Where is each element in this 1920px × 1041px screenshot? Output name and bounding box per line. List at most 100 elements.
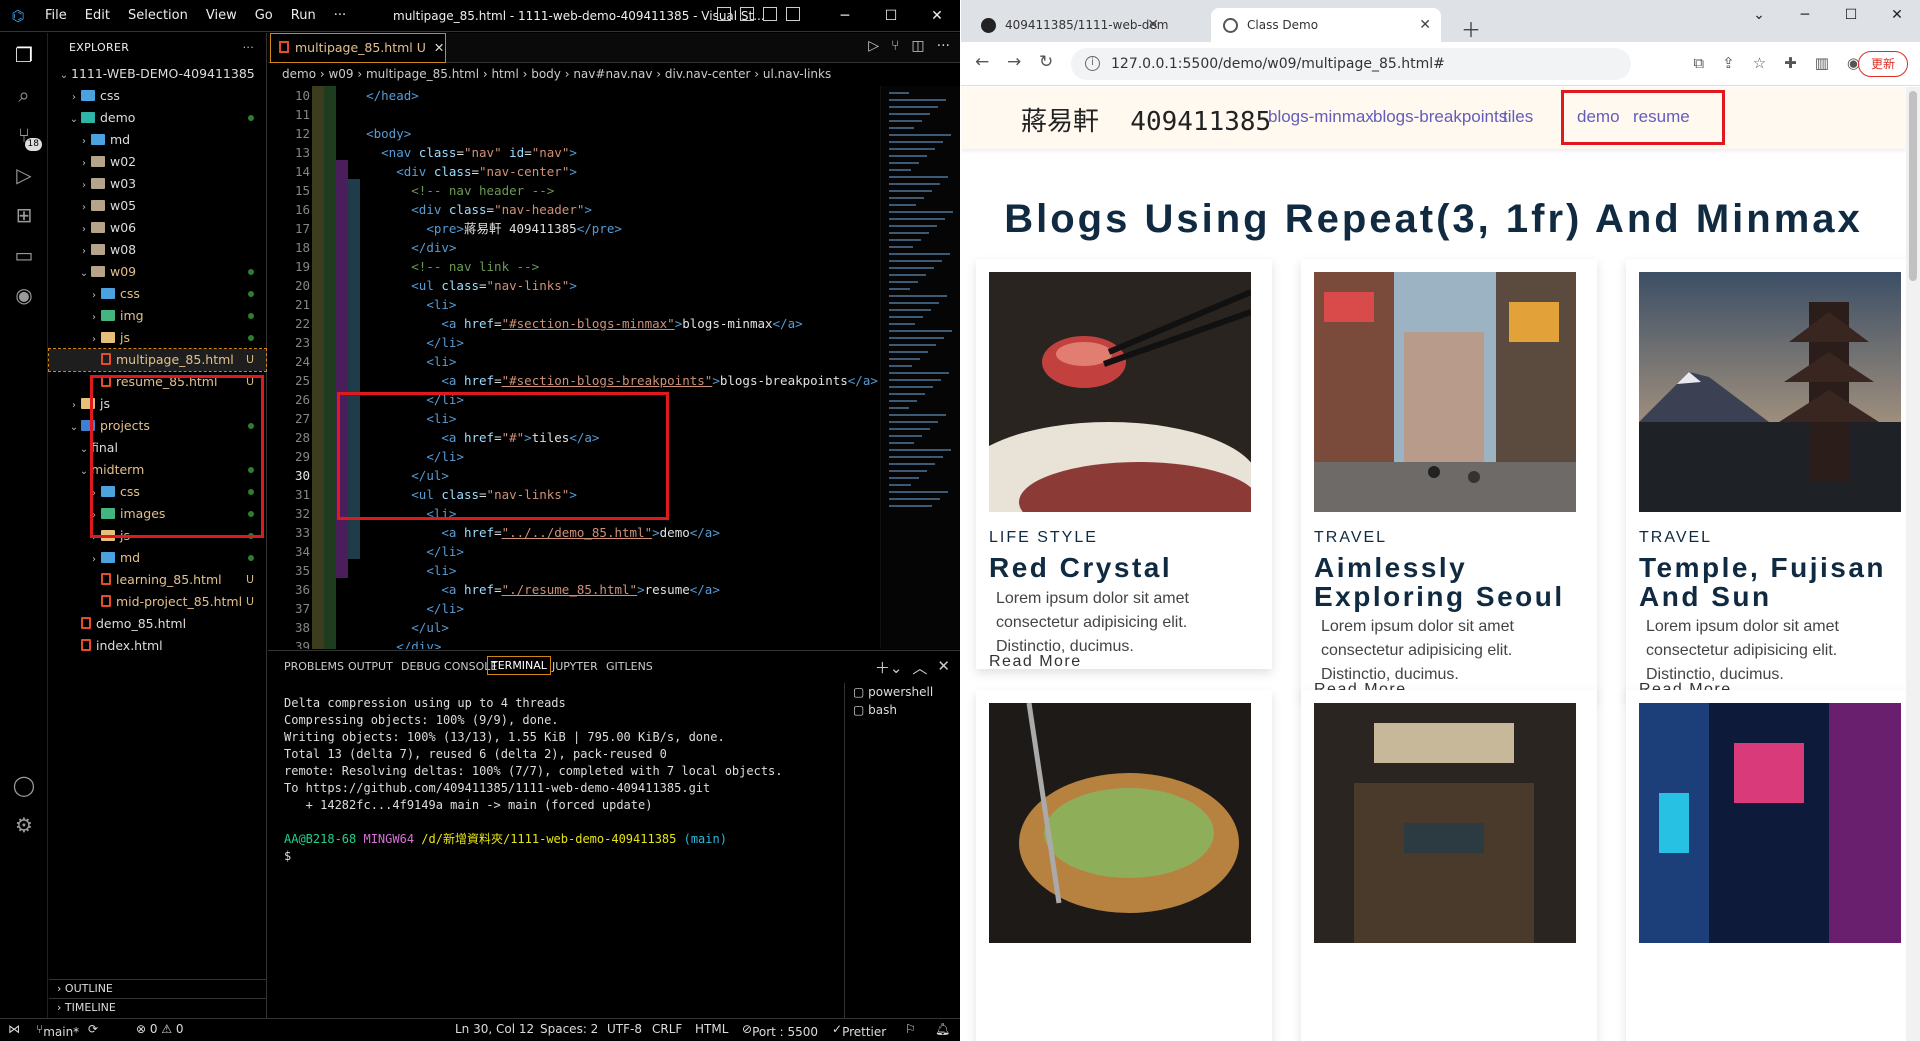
menu-view[interactable]: View — [197, 8, 246, 23]
minimize-icon[interactable]: ─ — [1782, 0, 1828, 30]
close-icon[interactable]: ✕ — [1874, 0, 1920, 30]
file-item[interactable]: index.html — [49, 635, 266, 657]
folder-item[interactable]: › images — [49, 503, 266, 525]
update-button[interactable]: 更新 — [1857, 51, 1908, 77]
folder-item[interactable]: › w02 — [49, 151, 266, 173]
status-encoding[interactable]: UTF-8 — [607, 1022, 642, 1036]
status-language[interactable]: HTML — [695, 1022, 728, 1036]
remote-icon[interactable]: ⋈ — [8, 1022, 20, 1036]
maximize-panel-icon[interactable]: ︿ — [912, 657, 927, 678]
page-scrollbar[interactable] — [1906, 87, 1920, 1041]
browser-tab-github[interactable]: 409411385/1111-web-demo-4 ✕ — [969, 8, 1169, 42]
tab-debug-console[interactable]: DEBUG CONSOLE — [401, 660, 497, 673]
menu-selection[interactable]: Selection — [119, 8, 197, 23]
minimize-icon[interactable]: ─ — [822, 0, 868, 32]
tab-multipage[interactable]: multipage_85.html U ✕ — [270, 33, 446, 63]
code-editor[interactable]: 10 </head> 11 12 <body> 13 <nav class="nav"… — [268, 86, 880, 649]
breadcrumb[interactable]: demo › w09 › multipage_85.html › html › … — [268, 63, 960, 85]
folder-item[interactable]: › md — [49, 547, 266, 569]
settings-gear-icon[interactable]: ⚙ — [12, 813, 36, 837]
browser-tab-class-demo[interactable]: Class Demo ✕ — [1211, 8, 1441, 42]
bell-icon[interactable]: 🔔︎ — [935, 1022, 950, 1036]
scrollbar-thumb[interactable] — [1909, 91, 1917, 281]
close-icon[interactable]: ✕ — [914, 0, 960, 32]
terminal-item-bash[interactable]: ▢ bash — [845, 701, 960, 719]
more-actions-icon[interactable]: ··· — [937, 38, 950, 54]
new-tab-icon[interactable]: ＋ — [1461, 14, 1481, 43]
reload-icon[interactable]: ↻ — [1039, 52, 1053, 72]
new-terminal-icon[interactable]: ＋⌄ — [875, 657, 903, 678]
share-icon[interactable]: ⇪ — [1722, 54, 1735, 72]
file-item[interactable]: mid-project_85.html U — [49, 591, 266, 613]
blog-card[interactable]: TRAVEL Aimlessly Exploring Seoul Lorem i… — [1301, 259, 1597, 698]
gitlens-icon[interactable]: ◉ — [12, 283, 36, 307]
nav-link-blogs-minmax[interactable]: blogs-minmax — [1268, 107, 1374, 127]
file-item[interactable]: resume_85.html U — [49, 371, 266, 393]
toggle-sidebar-icon[interactable] — [717, 7, 731, 21]
terminal-output[interactable]: Delta compression using up to 4 threads C… — [284, 695, 783, 865]
customize-layout-icon[interactable] — [786, 7, 800, 21]
menu-run[interactable]: Run — [282, 8, 325, 23]
translate-icon[interactable]: ⧉ — [1693, 54, 1704, 72]
blog-card[interactable] — [1626, 690, 1906, 1041]
folder-item[interactable]: ⌄ 1111-WEB-DEMO-409411385 — [49, 63, 266, 85]
folder-item[interactable]: › md — [49, 129, 266, 151]
folder-item[interactable]: ⌄ demo — [49, 107, 266, 129]
explorer-icon[interactable]: ❐ — [12, 43, 36, 67]
open-changes-icon[interactable]: ⑂ — [891, 38, 899, 54]
file-item[interactable]: learning_85.html U — [49, 569, 266, 591]
minimap[interactable] — [880, 86, 960, 649]
blog-card[interactable] — [1301, 690, 1597, 1041]
folder-item[interactable]: › js — [49, 393, 266, 415]
bookmark-star-icon[interactable]: ☆ — [1753, 54, 1766, 72]
tab-jupyter[interactable]: JUPYTER — [552, 660, 598, 673]
back-icon[interactable]: ← — [975, 52, 989, 72]
status-prettier[interactable]: ✓ Prettier — [832, 1022, 886, 1039]
nav-link-tiles[interactable]: tiles — [1503, 107, 1533, 127]
source-control-icon[interactable]: ⑂ 18 — [12, 123, 42, 151]
account-icon[interactable]: ◯ — [12, 773, 36, 797]
tab-search-icon[interactable]: ⌄ — [1736, 0, 1782, 30]
blog-card[interactable]: TRAVEL Temple, Fujisan And Sun Lorem ips… — [1626, 259, 1906, 698]
terminal-item-powershell[interactable]: ▢ powershell — [845, 683, 960, 701]
tab-output[interactable]: OUTPUT — [348, 660, 393, 673]
folder-item[interactable]: ⌄ final — [49, 437, 266, 459]
status-branch[interactable]: ⑂ main* — [36, 1022, 79, 1039]
status-eol[interactable]: CRLF — [652, 1022, 682, 1036]
folder-item[interactable]: › css — [49, 85, 266, 107]
read-more-link[interactable]: Read More — [989, 653, 1082, 671]
toggle-panel-icon[interactable] — [740, 7, 754, 21]
side-panel-icon[interactable]: ▥ — [1815, 54, 1829, 72]
close-panel-icon[interactable]: ✕ — [937, 657, 950, 678]
folder-item[interactable]: › w05 — [49, 195, 266, 217]
tab-close-icon[interactable]: ✕ — [1147, 8, 1159, 42]
folder-item[interactable]: › css — [49, 481, 266, 503]
folder-item[interactable]: › w06 — [49, 217, 266, 239]
forward-icon[interactable]: → — [1007, 52, 1021, 72]
extensions-puzzle-icon[interactable]: ✚ — [1784, 54, 1797, 72]
tab-terminal[interactable]: TERMINAL — [487, 656, 551, 675]
status-problems[interactable]: ⊗ 0 ⚠ 0 — [136, 1022, 184, 1036]
file-item[interactable]: multipage_85.html U — [48, 348, 267, 372]
folder-item[interactable]: › w08 — [49, 239, 266, 261]
file-item[interactable]: demo_85.html — [49, 613, 266, 635]
menu-edit[interactable]: Edit — [76, 8, 119, 23]
nav-link-resume[interactable]: resume — [1633, 107, 1690, 127]
folder-item[interactable]: ⌄ projects — [49, 415, 266, 437]
sync-icon[interactable]: ⟳ — [88, 1022, 98, 1036]
notifications-icon[interactable]: ⚐ — [905, 1022, 916, 1036]
menu-go[interactable]: Go — [246, 8, 282, 23]
nav-link-blogs-breakpoints[interactable]: blogs-breakpoints — [1373, 107, 1507, 127]
split-editor-icon[interactable]: ◫ — [911, 38, 924, 54]
maximize-icon[interactable]: ☐ — [868, 0, 914, 32]
status-position[interactable]: Ln 30, Col 12 — [455, 1022, 534, 1036]
tab-gitlens[interactable]: GITLENS — [606, 660, 653, 673]
blog-card[interactable] — [976, 690, 1272, 1041]
timeline-section[interactable]: › TIMELINE — [49, 998, 267, 1016]
folder-item[interactable]: › css — [49, 283, 266, 305]
folder-item[interactable]: › img — [49, 305, 266, 327]
terminal-cursor-line[interactable]: $ — [284, 848, 724, 865]
blog-card[interactable]: LIFE STYLE Red Crystal Lorem ipsum dolor… — [976, 259, 1272, 671]
folder-item[interactable]: › w03 — [49, 173, 266, 195]
status-spaces[interactable]: Spaces: 2 — [540, 1022, 598, 1036]
